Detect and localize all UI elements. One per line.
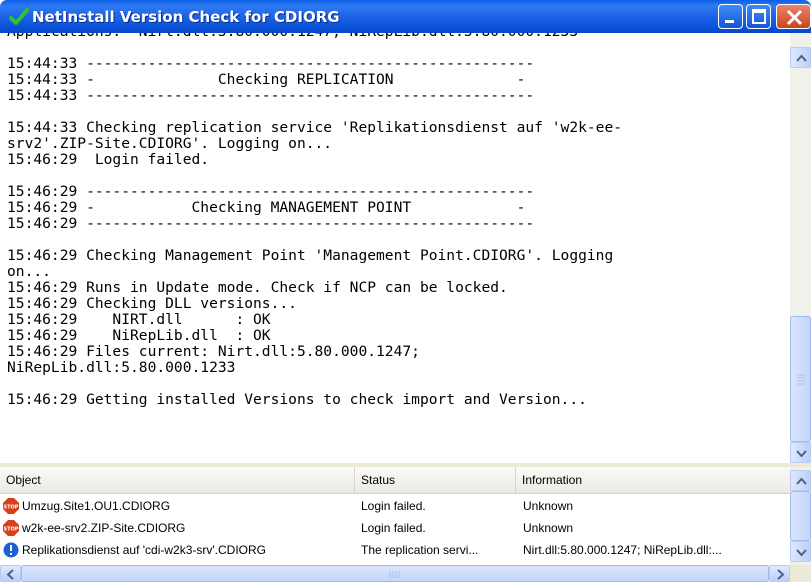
log-line: 15:46:29 Runs in Update mode. Check if N… [7, 279, 508, 296]
scroll-right-button[interactable] [769, 565, 790, 582]
cell-status: The replication servi... [361, 543, 479, 557]
maximize-button[interactable] [746, 4, 771, 29]
log-line: 15:46:29 -------------------------------… [7, 183, 535, 200]
log-line: 15:44:33 - Checking REPLICATION - [7, 71, 526, 88]
close-icon [786, 9, 803, 26]
chevron-down-icon [796, 549, 807, 557]
stop-icon: STOP [3, 520, 19, 536]
chevron-right-icon [777, 569, 785, 580]
chevron-left-icon [6, 569, 14, 580]
list-header: Object Status Information [0, 467, 790, 494]
column-header-object[interactable]: Object [0, 467, 355, 493]
log-line: 15:46:29 Checking DLL versions... [7, 295, 297, 312]
log-line: 15:44:33 Checking replication service 'R… [7, 119, 623, 136]
log-line: 15:44:33 -------------------------------… [7, 55, 535, 72]
cell-status: Login failed. [361, 521, 426, 535]
log-output[interactable]: Applications: Nirt.dll:5.80.000.1247, Ni… [0, 33, 790, 463]
log-line: NiRepLib.dll:5.80.000.1233 [7, 359, 236, 376]
log-line: 15:46:29 Files current: Nirt.dll:5.80.00… [7, 343, 420, 360]
log-line: 15:46:29 - Checking MANAGEMENT POINT - [7, 199, 526, 216]
scroll-up-button[interactable] [790, 47, 811, 68]
log-line: on... [7, 263, 51, 280]
log-line: 15:44:33 -------------------------------… [7, 87, 535, 104]
svg-text:STOP: STOP [4, 527, 19, 533]
scroll-left-button[interactable] [0, 565, 21, 582]
window-title: NetInstall Version Check for CDIORG [32, 8, 340, 26]
scroll-thumb[interactable] [21, 565, 769, 582]
log-line: 15:46:29 Getting installed Versions to c… [7, 391, 587, 408]
scroll-down-button[interactable] [790, 541, 811, 562]
scroll-thumb[interactable] [790, 491, 811, 541]
list-horizontal-scrollbar[interactable] [0, 565, 790, 582]
size-grip [790, 565, 811, 582]
svg-text:STOP: STOP [4, 505, 19, 511]
grip-icon [389, 571, 400, 578]
log-line: 15:46:29 NiRepLib.dll : OK [7, 327, 271, 344]
log-lines: Applications: Nirt.dll:5.80.000.1247, Ni… [7, 33, 787, 408]
chevron-up-icon [796, 54, 807, 62]
minimize-button[interactable] [718, 4, 743, 29]
cell-information: Unknown [523, 499, 574, 513]
cell-status: Login failed. [361, 499, 426, 513]
list-row[interactable]: STOP Umzug.Site1.OU1.CDIORG Login failed… [0, 495, 790, 517]
column-header-information[interactable]: Information [516, 467, 790, 493]
info-icon [3, 542, 19, 558]
scroll-thumb[interactable] [790, 316, 811, 442]
close-button[interactable] [776, 4, 811, 29]
minimize-icon [725, 20, 734, 23]
grip-icon [797, 374, 805, 385]
cell-object: w2k-ee-srv2.ZIP-Site.CDIORG [22, 521, 186, 535]
list-vertical-scrollbar[interactable] [790, 467, 811, 565]
list-row[interactable]: Replikationsdienst auf 'cdi-w2k3-srv'.CD… [0, 539, 790, 561]
log-line: 15:46:29 Checking Management Point 'Mana… [7, 247, 614, 264]
maximize-icon [752, 9, 766, 24]
log-vertical-scrollbar[interactable] [790, 33, 811, 463]
log-line: 15:46:29 NIRT.dll : OK [7, 311, 271, 328]
column-header-status[interactable]: Status [355, 467, 516, 493]
chevron-up-icon [796, 477, 807, 485]
chevron-down-icon [796, 450, 807, 458]
log-line: srv2'.ZIP-Site.CDIORG'. Logging on... [7, 135, 333, 152]
log-line: 15:46:29 Login failed. [7, 151, 210, 168]
results-list[interactable]: Object Status Information STOP Umzug.Sit… [0, 467, 790, 565]
log-line: Applications: Nirt.dll:5.80.000.1247, Ni… [7, 33, 787, 40]
list-row[interactable]: STOP w2k-ee-srv2.ZIP-Site.CDIORG Login f… [0, 517, 790, 539]
scroll-up-button[interactable] [790, 470, 811, 491]
cell-object: Replikationsdienst auf 'cdi-w2k3-srv'.CD… [22, 543, 266, 557]
log-line: 15:46:29 -------------------------------… [7, 215, 535, 232]
scroll-down-button[interactable] [790, 442, 811, 463]
cell-information: Unknown [523, 521, 574, 535]
stop-icon: STOP [3, 498, 19, 514]
cell-object: Umzug.Site1.OU1.CDIORG [22, 499, 171, 513]
green-check-icon [9, 8, 29, 25]
title-bar[interactable]: NetInstall Version Check for CDIORG [0, 0, 811, 33]
cell-information: Nirt.dll:5.80.000.1247; NiRepLib.dll:... [523, 543, 722, 557]
